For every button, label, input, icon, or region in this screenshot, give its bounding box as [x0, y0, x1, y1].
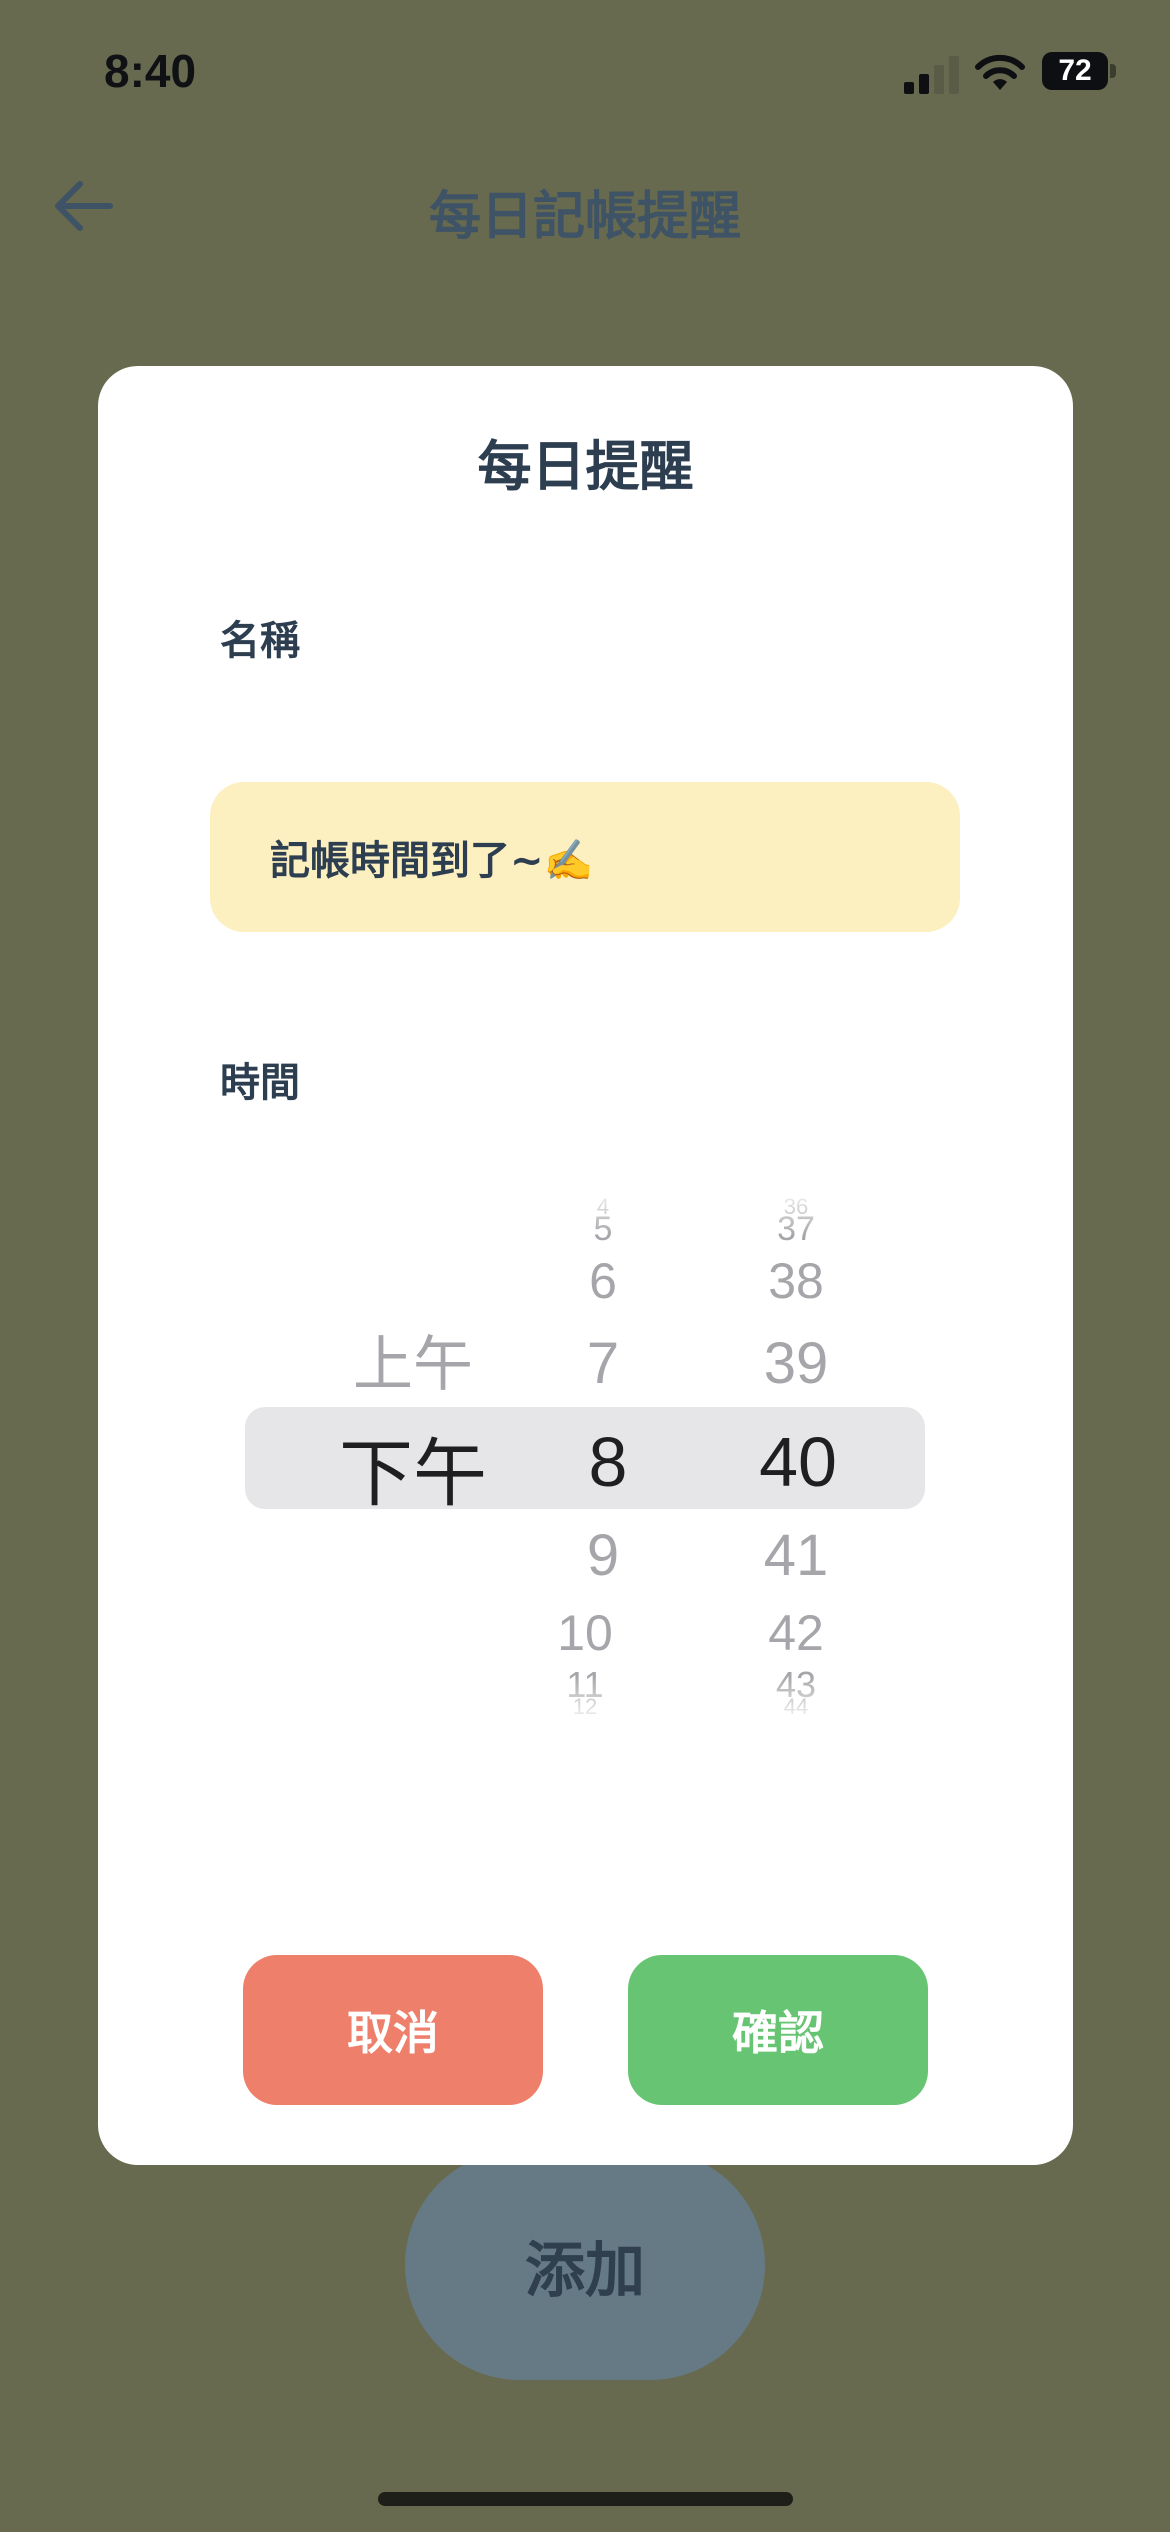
picker-hour-option[interactable]: 12: [573, 1694, 597, 1720]
picker-hour-option[interactable]: 5: [594, 1210, 613, 1249]
picker-fade-top: [98, 1186, 1073, 1236]
confirm-button-label: 確認: [732, 2006, 824, 2060]
cellular-signal-icon: [904, 56, 959, 94]
battery-level: 72: [1058, 54, 1092, 87]
picker-hour-selected[interactable]: 8: [589, 1422, 628, 1502]
picker-hour-option[interactable]: 9: [587, 1522, 619, 1589]
picker-minute-option[interactable]: 38: [768, 1252, 824, 1310]
time-label: 時間: [220, 1060, 300, 1106]
picker-minute-option[interactable]: 39: [764, 1330, 829, 1397]
name-input-value: 記帳時間到了~✍️: [270, 838, 594, 884]
battery-cap: [1110, 64, 1116, 78]
dialog-title: 每日提醒: [477, 435, 694, 498]
picker-minute-option[interactable]: 41: [764, 1522, 829, 1589]
picker-minute-option[interactable]: 42: [768, 1604, 824, 1662]
confirm-button[interactable]: 確認: [628, 1955, 928, 2105]
picker-period-selected[interactable]: 下午: [339, 1414, 487, 1521]
picker-minute-option[interactable]: 44: [784, 1694, 808, 1720]
add-button-label: 添加: [525, 2235, 645, 2306]
picker-minute-selected[interactable]: 40: [759, 1422, 837, 1502]
wifi-icon: [975, 54, 1025, 90]
name-label: 名稱: [220, 618, 300, 664]
status-time: 8:40: [104, 45, 197, 97]
add-button[interactable]: 添加: [405, 2150, 765, 2380]
picker-period-option[interactable]: 上午: [353, 1316, 473, 1403]
home-indicator[interactable]: [378, 2492, 793, 2506]
picker-minute-option[interactable]: 37: [777, 1210, 815, 1249]
cancel-button[interactable]: 取消: [243, 1955, 543, 2105]
cancel-button-label: 取消: [347, 2006, 439, 2060]
picker-hour-option[interactable]: 6: [589, 1252, 617, 1310]
time-picker[interactable]: 上午 下午 4 5 6 7 8 9 10 11 12 36 37 38 39 4…: [98, 1186, 1073, 1726]
reminder-dialog: 每日提醒 名稱 記帳時間到了~✍️ 時間 上午 下午 4 5 6 7 8 9 1…: [98, 366, 1073, 2165]
battery-icon: 72: [1042, 52, 1108, 90]
picker-hour-option[interactable]: 10: [557, 1604, 613, 1662]
page-title: 每日記帳提醒: [428, 187, 741, 247]
picker-hour-option[interactable]: 7: [587, 1330, 619, 1397]
name-input[interactable]: 記帳時間到了~✍️: [210, 782, 960, 932]
